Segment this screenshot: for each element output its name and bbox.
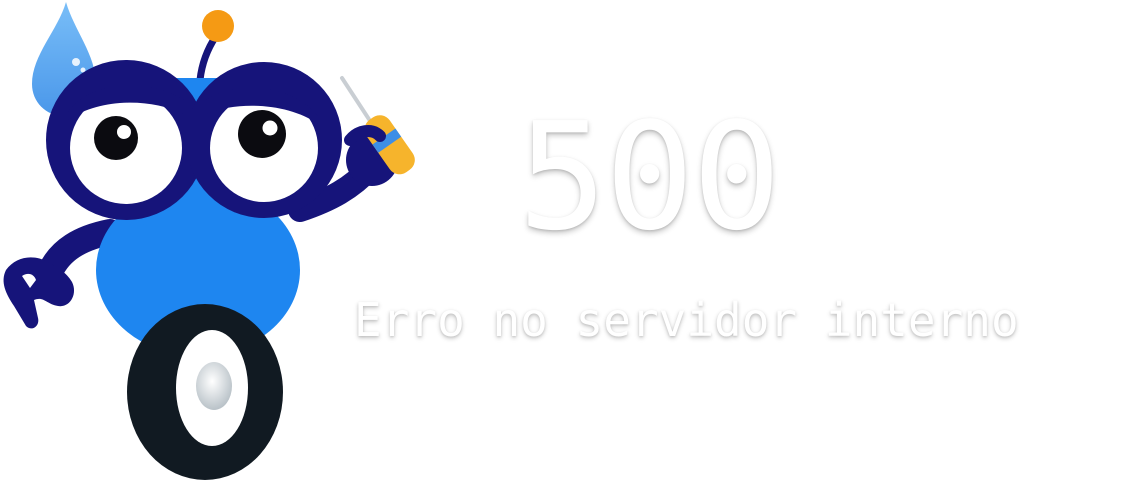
error-message: Erro no servidor interno [354, 293, 1019, 347]
sad-robot-mechanic-icon [3, 2, 415, 480]
antenna-icon [196, 10, 234, 84]
wrench-arm-icon [3, 219, 123, 329]
error-code: 500 [518, 91, 781, 263]
wheel-icon [127, 304, 283, 480]
error-page: 500 Erro no servidor interno [0, 0, 1132, 481]
